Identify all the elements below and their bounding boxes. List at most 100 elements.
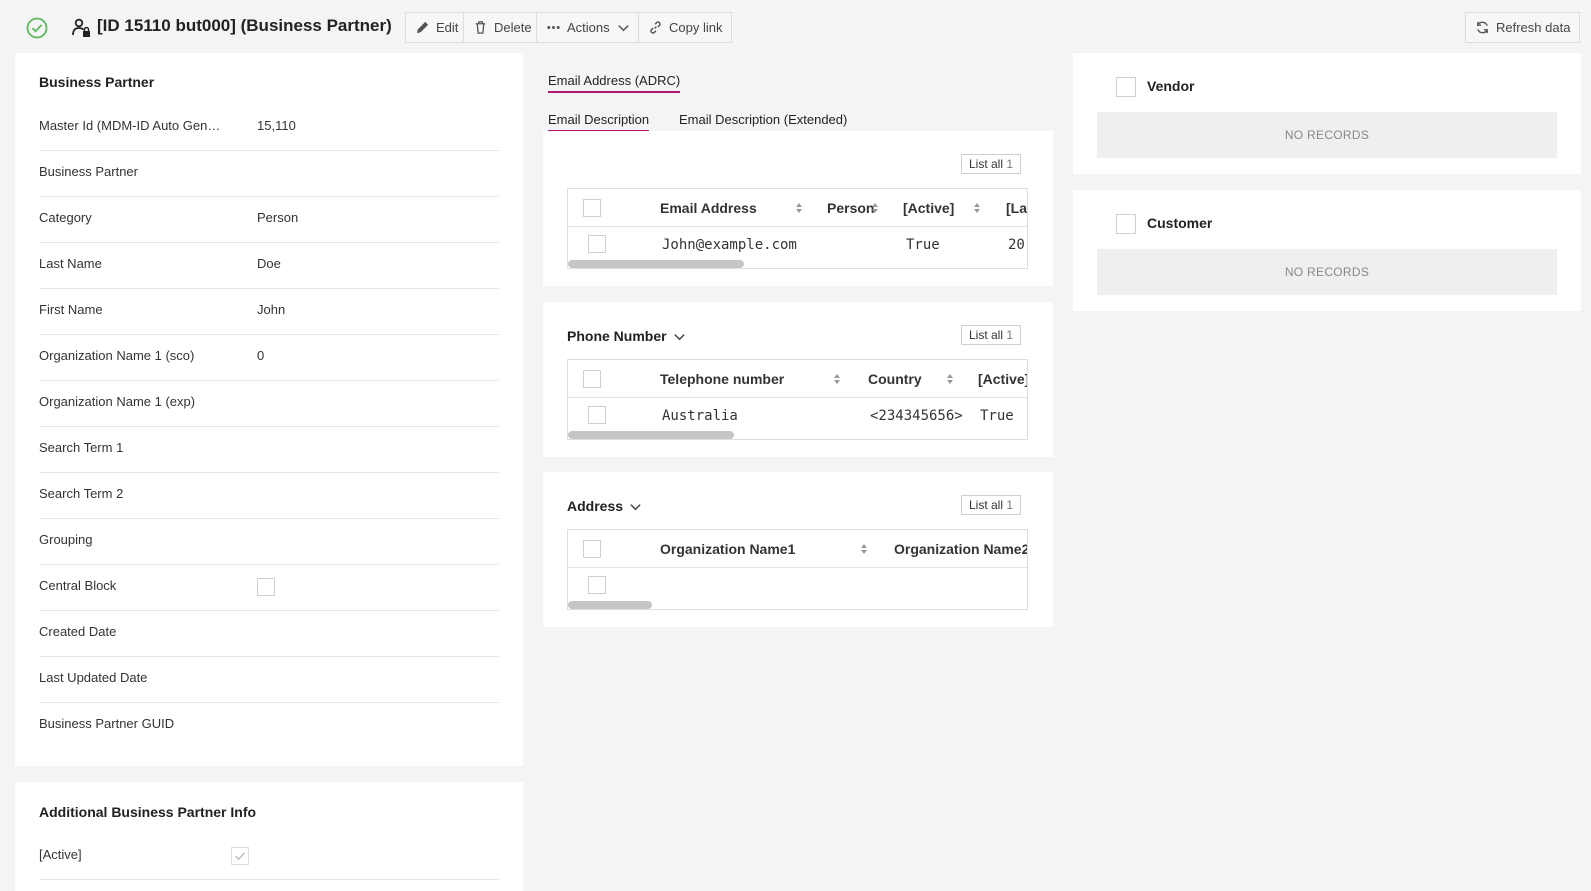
field-value: Person [257, 210, 299, 225]
horizontal-scrollbar[interactable] [568, 431, 734, 439]
customer-card: Customer NO RECORDS [1073, 190, 1581, 311]
column-header-email-address[interactable]: Email Address [660, 200, 757, 216]
trash-icon [475, 21, 486, 34]
cell-telephone: Australia [662, 408, 738, 424]
table-header: Organization Name1 Organization Name2 [568, 530, 1027, 568]
column-header-country[interactable]: Country [868, 371, 922, 387]
copy-link-button[interactable]: Copy link [638, 12, 733, 43]
horizontal-scrollbar[interactable] [568, 601, 652, 609]
edit-button[interactable]: Edit [405, 12, 469, 43]
phone-grid: Telephone number Country [Active] Austra… [567, 359, 1028, 440]
select-all-checkbox[interactable] [583, 199, 601, 217]
sort-icon[interactable] [973, 202, 981, 214]
column-header-active[interactable]: [Active] [903, 200, 954, 216]
column-header-organization-name2[interactable]: Organization Name2 [894, 541, 1027, 557]
select-all-checkbox[interactable] [583, 370, 601, 388]
person-lock-icon [72, 18, 90, 37]
list-all-button[interactable]: List all 1 [961, 154, 1022, 174]
select-all-checkbox[interactable] [583, 540, 601, 558]
sort-icon[interactable] [833, 373, 841, 385]
chevron-down-icon [617, 25, 629, 32]
row-checkbox[interactable] [588, 235, 606, 253]
field-label: Created Date [39, 624, 117, 639]
no-records-message: NO RECORDS [1097, 112, 1557, 158]
column-header-person[interactable]: Person [827, 200, 874, 216]
checkmark-icon [235, 852, 245, 861]
horizontal-scrollbar[interactable] [568, 260, 744, 268]
field-row: Organization Name 1 (exp) [39, 381, 499, 427]
cell-last: 20 [1008, 237, 1025, 253]
list-all-label: List all [969, 498, 1004, 512]
delete-label: Delete [494, 20, 532, 35]
phone-card: Phone Number List all 1 Telephone number… [543, 302, 1053, 457]
field-row: Last Name Doe [39, 243, 499, 289]
vendor-checkbox[interactable] [1116, 77, 1136, 97]
chevron-down-icon [673, 333, 685, 340]
column-header-telephone[interactable]: Telephone number [660, 371, 784, 387]
customer-checkbox[interactable] [1116, 214, 1136, 234]
additional-info-panel: Additional Business Partner Info [Active… [15, 782, 523, 891]
cell-country: <234345656> [870, 408, 963, 424]
cell-email: John@example.com [662, 237, 797, 253]
row-checkbox[interactable] [588, 576, 606, 594]
column-header-organization-name1[interactable]: Organization Name1 [660, 541, 795, 557]
field-value: Doe [257, 256, 281, 271]
field-row: Search Term 1 [39, 427, 499, 473]
customer-title: Customer [1147, 215, 1213, 231]
email-grid: Email Address Person [Active] [La John@e… [567, 188, 1028, 269]
active-checkbox-wrap [231, 847, 249, 868]
sort-icon[interactable] [871, 202, 879, 214]
field-label: First Name [39, 302, 103, 317]
table-row[interactable]: Australia <234345656> True [568, 398, 1027, 434]
tab-email-description[interactable]: Email Description [548, 112, 650, 132]
sort-icon[interactable] [860, 543, 868, 555]
list-all-button[interactable]: List all 1 [961, 325, 1022, 345]
table-row[interactable]: John@example.com True 20 [568, 227, 1027, 263]
field-value: 15,110 [257, 118, 296, 133]
field-label: Search Term 2 [39, 486, 124, 501]
column-header-active[interactable]: [Active] [978, 371, 1027, 387]
field-row: Organization Name 1 (sco) 0 [39, 335, 499, 381]
row-checkbox[interactable] [588, 406, 606, 424]
field-row: Last Updated Date [39, 657, 499, 703]
table-row[interactable] [568, 568, 1027, 604]
no-records-message: NO RECORDS [1097, 249, 1557, 295]
field-label: Search Term 1 [39, 440, 124, 455]
section-title: Address [567, 498, 624, 514]
address-card: Address List all 1 Organization Name1 Or… [543, 472, 1053, 627]
list-all-label: List all [969, 157, 1004, 171]
column-header-last[interactable]: [La [1006, 200, 1027, 216]
delete-button[interactable]: Delete [463, 12, 542, 43]
vendor-card: Vendor NO RECORDS [1073, 53, 1581, 174]
field-label: Organization Name 1 (sco) [39, 348, 195, 363]
ellipsis-icon [547, 26, 560, 29]
field-label: Category [39, 210, 92, 225]
link-icon [650, 21, 661, 34]
phone-section-header[interactable]: Phone Number [567, 328, 686, 344]
address-section-header[interactable]: Address [567, 498, 642, 514]
actions-dropdown[interactable]: Actions [536, 12, 641, 43]
section-title: Phone Number [567, 328, 667, 344]
tab-email-description-extended[interactable]: Email Description (Extended) [679, 112, 847, 130]
panel-title: Additional Business Partner Info [39, 804, 257, 820]
business-partner-panel: Business Partner Master Id (MDM-ID Auto … [15, 53, 523, 766]
list-all-button[interactable]: List all 1 [961, 495, 1022, 515]
list-all-count: 1 [1006, 498, 1014, 512]
field-label: Business Partner [39, 164, 138, 179]
tab-email-address-adrc[interactable]: Email Address (ADRC) [548, 73, 681, 93]
field-label: Central Block [39, 578, 117, 593]
active-checkbox[interactable] [231, 847, 249, 865]
cell-active: True [906, 237, 940, 253]
chevron-down-icon [630, 503, 641, 510]
copy-link-label: Copy link [669, 20, 723, 35]
field-row: Central Block [39, 565, 499, 611]
field-label: [Active] [39, 847, 82, 862]
sort-icon[interactable] [795, 202, 803, 214]
central-block-checkbox[interactable] [257, 578, 275, 596]
sort-icon[interactable] [946, 373, 954, 385]
field-row: Created Date [39, 611, 499, 657]
field-row: Grouping [39, 519, 499, 565]
refresh-data-button[interactable]: Refresh data [1465, 12, 1581, 43]
pencil-icon [416, 21, 429, 34]
list-all-count: 1 [1006, 157, 1014, 171]
